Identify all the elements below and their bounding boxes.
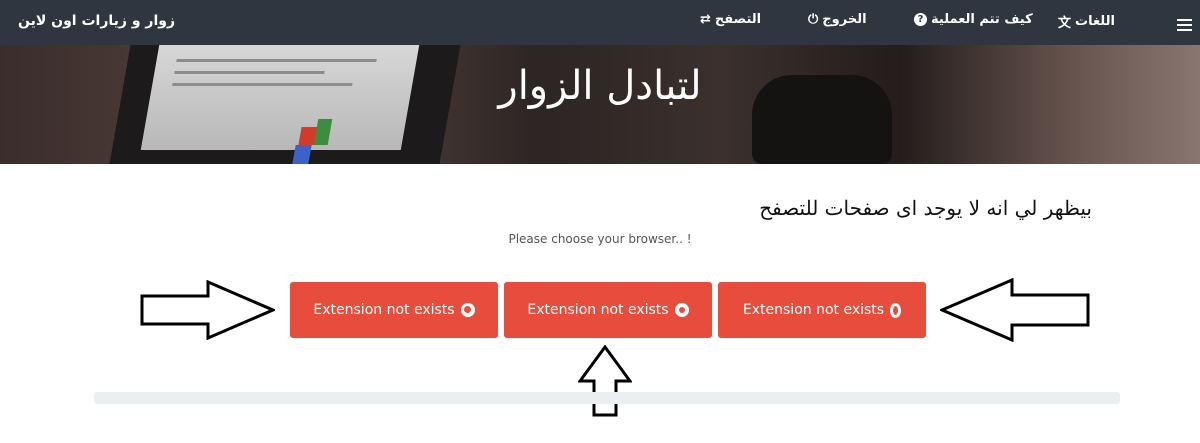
site-brand[interactable]: زوار و زيارات اون لاين (18, 13, 175, 29)
chrome-extension-label: Extension not exists (527, 302, 669, 318)
power-icon: ⏻ (808, 12, 819, 27)
firefox-icon (460, 303, 475, 317)
question-circle-icon: ? (914, 13, 927, 26)
nav-how-it-works[interactable]: كيف تتم العملية ? (914, 12, 1033, 27)
hamburger-menu-icon[interactable] (1177, 19, 1192, 34)
opera-extension-button[interactable]: Extension not exists (718, 282, 926, 338)
opera-icon (890, 302, 902, 318)
nav-logout[interactable]: الخروج ⏻ (808, 12, 867, 27)
top-navbar: زوار و زيارات اون لاين التصفح ⇄ الخروج ⏻… (0, 0, 1200, 45)
chrome-icon (674, 303, 689, 317)
firefox-extension-label: Extension not exists (313, 302, 455, 318)
hero-banner: لتبادل الزوار (0, 45, 1200, 164)
left-arrow-annotation-icon (940, 278, 1090, 342)
page-headline: بيظهر لي انه لا يوجد اى صفحات للتصفح (759, 196, 1092, 220)
nav-browse-label: التصفح (714, 12, 762, 27)
nav-languages-label: اللغات (1075, 14, 1115, 29)
nav-logout-label: الخروج (822, 12, 867, 27)
firefox-extension-button[interactable]: Extension not exists (290, 282, 498, 338)
browse-progress-bar (94, 392, 1120, 404)
nav-how-it-works-label: كيف تتم العملية (931, 12, 1033, 27)
chrome-extension-button[interactable]: Extension not exists (504, 282, 712, 338)
language-icon: 文 (1058, 16, 1072, 31)
up-arrow-annotation-icon (578, 345, 632, 417)
nav-languages[interactable]: اللغات 文 (1058, 12, 1115, 31)
right-arrow-annotation-icon (140, 280, 275, 340)
exchange-icon: ⇄ (700, 12, 711, 27)
choose-browser-text: Please choose your browser.. ! (508, 232, 692, 246)
hero-title: لتبادل الزوار (498, 63, 702, 109)
opera-extension-label: Extension not exists (742, 302, 885, 318)
nav-browse[interactable]: التصفح ⇄ (700, 12, 761, 27)
